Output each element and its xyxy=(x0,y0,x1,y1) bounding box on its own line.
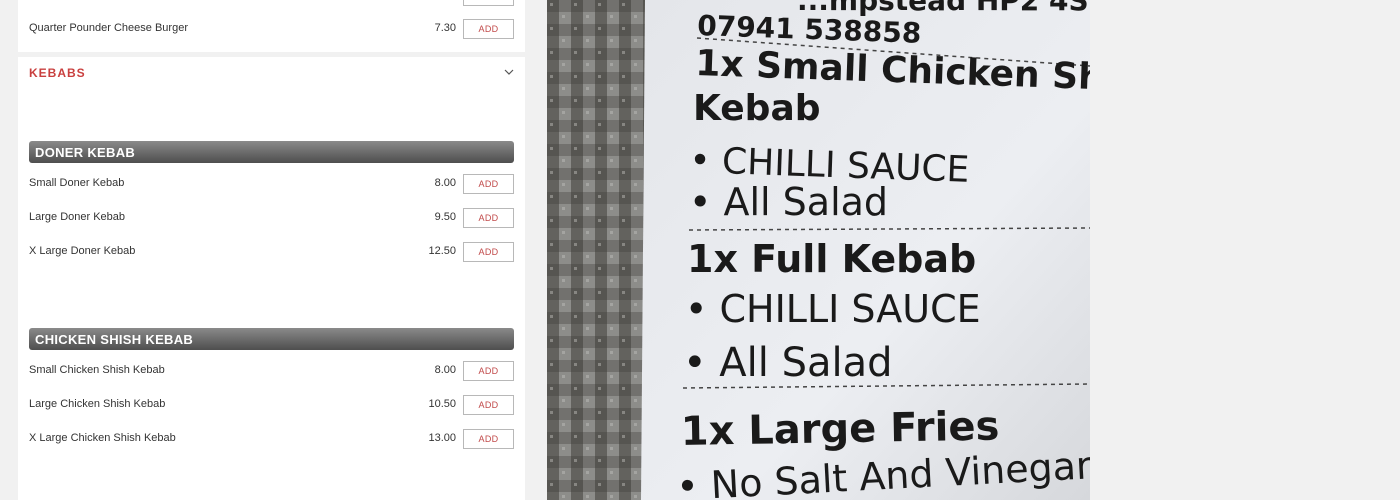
item-price: 8.00 xyxy=(434,364,456,376)
kebabs-panel: KEBABS DONER KEBAB Small Doner Kebab 8.0… xyxy=(18,57,525,500)
receipt-line: • All Salad xyxy=(683,340,893,386)
receipt-line: 1x Full Kebab xyxy=(687,237,976,281)
category-title: KEBABS xyxy=(29,66,86,80)
item-price: 10.50 xyxy=(428,398,456,410)
item-name: Quarter Pounder Cheese Burger xyxy=(29,22,188,34)
previous-add-button[interactable] xyxy=(463,0,514,6)
item-name: X Large Doner Kebab xyxy=(29,245,136,257)
add-button[interactable]: ADD xyxy=(463,242,514,262)
add-button[interactable]: ADD xyxy=(463,19,514,39)
menu-item: X Large Doner Kebab 12.50 ADD xyxy=(29,242,514,264)
category-header-kebabs[interactable]: KEBABS xyxy=(29,65,514,85)
section-header: DONER KEBAB xyxy=(29,141,514,163)
add-button[interactable]: ADD xyxy=(463,429,514,449)
section-header: CHICKEN SHISH KEBAB xyxy=(29,328,514,350)
menu-item: Small Doner Kebab 8.00 ADD xyxy=(29,174,514,196)
menu-column: Quarter Pounder Cheese Burger 7.30 ADD K… xyxy=(18,0,525,500)
section-title: CHICKEN SHISH KEBAB xyxy=(35,332,194,347)
item-name: Large Doner Kebab xyxy=(29,211,126,223)
add-button[interactable]: ADD xyxy=(463,174,514,194)
add-button[interactable]: ADD xyxy=(463,361,514,381)
item-price: 13.00 xyxy=(428,432,456,444)
receipt-image: ...mpstead HP2 4SN 07941 538858 1x Small… xyxy=(547,0,1090,500)
receipt-line: • CHILLI SAUCE xyxy=(685,287,981,331)
add-button[interactable]: ADD xyxy=(463,208,514,228)
menu-item: Large Chicken Shish Kebab 10.50 ADD xyxy=(29,395,514,417)
add-button[interactable]: ADD xyxy=(463,395,514,415)
item-price: 8.00 xyxy=(434,177,456,189)
item-price: 7.30 xyxy=(434,22,456,34)
item-price: 9.50 xyxy=(434,211,456,223)
receipt-line: • All Salad xyxy=(689,180,888,224)
menu-item: X Large Chicken Shish Kebab 13.00 ADD xyxy=(29,429,514,451)
item-name: X Large Chicken Shish Kebab xyxy=(29,432,176,444)
item-price: 12.50 xyxy=(428,245,456,257)
item-name: Large Chicken Shish Kebab xyxy=(29,398,166,410)
menu-item: Quarter Pounder Cheese Burger 7.30 ADD xyxy=(29,19,514,41)
menu-item: Large Doner Kebab 9.50 ADD xyxy=(29,208,514,230)
burger-panel: Quarter Pounder Cheese Burger 7.30 ADD xyxy=(18,0,525,52)
chevron-down-icon xyxy=(504,69,514,75)
section-title: DONER KEBAB xyxy=(35,145,136,160)
menu-item: Small Chicken Shish Kebab 8.00 ADD xyxy=(29,361,514,383)
item-name: Small Doner Kebab xyxy=(29,177,125,189)
receipt-line: 1x Large Fries xyxy=(680,403,999,455)
receipt-line: Kebab xyxy=(693,88,821,129)
item-name: Small Chicken Shish Kebab xyxy=(29,364,165,376)
receipt-photo: ...mpstead HP2 4SN 07941 538858 1x Small… xyxy=(547,0,1090,500)
